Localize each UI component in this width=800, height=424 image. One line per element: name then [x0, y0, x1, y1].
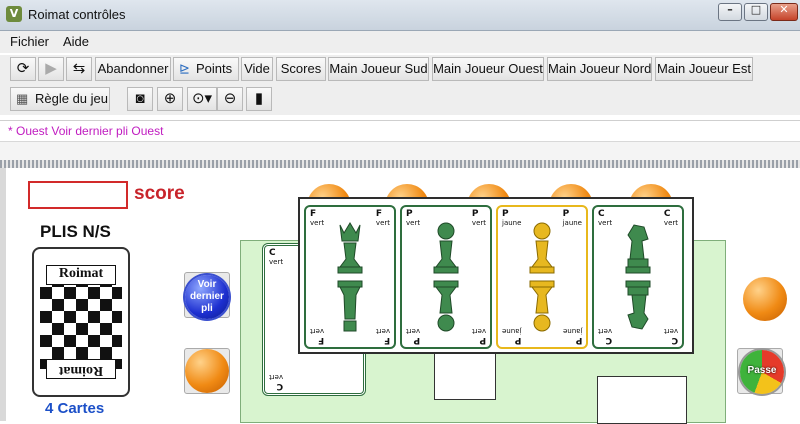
checker-pattern [40, 275, 122, 369]
card-corner: Fvert [310, 327, 325, 345]
regle-du-jeu-label: Règle du jeu [35, 91, 108, 106]
splitter-handle[interactable] [0, 160, 800, 168]
pawn-icon [529, 280, 555, 332]
main-joueur-nord-button[interactable]: Main Joueur Nord [547, 57, 652, 81]
under-card-corner-bottom: Cvert [269, 373, 284, 391]
status-message: * Ouest Voir dernier pli Ouest [8, 124, 164, 138]
score-label: score [134, 183, 185, 204]
tree-icon: ⊵ [179, 61, 190, 76]
card-view-icon[interactable]: ▮ [246, 87, 272, 111]
cards-count: 4 Cartes [45, 400, 105, 417]
close-button[interactable]: ✕ [770, 3, 798, 21]
passe-label: Passe [747, 365, 777, 376]
board-slot-center [434, 348, 496, 400]
card-corner: Pjaune [562, 327, 582, 345]
card-corner: Cvert [663, 327, 678, 345]
card-corner: Fvert [310, 209, 325, 227]
refresh-icon[interactable]: ⟳ [10, 57, 36, 81]
title-bar: V Roimat contrôles – □ ✕ [0, 0, 800, 31]
east-play-button[interactable] [743, 277, 787, 321]
info-strip [0, 141, 800, 161]
menu-bar: Fichier Aide [0, 31, 800, 53]
card-corner: Pvert [406, 327, 421, 345]
minimize-button[interactable]: – [718, 3, 742, 21]
knight-icon [625, 280, 651, 330]
card-corner: Pvert [406, 209, 421, 227]
menu-fichier[interactable]: Fichier [10, 34, 49, 49]
secondary-toolbar: ▦ Règle du jeu ◙ ⊕ ⊙▾ ⊖ ▮ [0, 85, 800, 115]
card-corner: Pvert [471, 209, 486, 227]
card-corner: Pjaune [502, 327, 522, 345]
west-play-button[interactable] [185, 349, 229, 393]
zoom-in-icon[interactable]: ⊕ [157, 87, 183, 111]
card-corner: Pvert [471, 327, 486, 345]
score-box [28, 181, 128, 209]
main-joueur-sud-button[interactable]: Main Joueur Sud [328, 57, 429, 81]
voir-dernier-pli-button[interactable]: Voir dernier pli [185, 275, 229, 319]
maximize-button[interactable]: □ [744, 3, 768, 21]
main-joueur-ouest-button[interactable]: Main Joueur Ouest [432, 57, 544, 81]
camera-icon[interactable]: ◙ [127, 87, 153, 111]
card-corner: Cvert [663, 209, 678, 227]
card-corner: Fvert [375, 327, 390, 345]
plis-deck[interactable]: Roimat Roimat [32, 247, 130, 397]
close-icon: ✕ [779, 3, 789, 16]
queen-icon [337, 222, 363, 274]
swap-arrows-icon[interactable]: ⇆ [66, 57, 92, 81]
abandonner-button[interactable]: Abandonner [95, 57, 171, 81]
trick-card[interactable]: Pjaune Pjaune Pjaune Pjaune [496, 205, 588, 349]
zoom-dropdown-icon[interactable]: ⊙▾ [187, 87, 217, 111]
maximize-icon: □ [750, 3, 762, 16]
under-card-corner: Cvert [269, 248, 284, 266]
card-corner: Fvert [375, 209, 390, 227]
pawn-icon [433, 280, 459, 332]
trick-card[interactable]: Fvert Fvert Fvert Fvert [304, 205, 396, 349]
card-corner: Cvert [598, 327, 613, 345]
queen-icon [337, 280, 363, 332]
window-title: Roimat contrôles [28, 7, 126, 22]
menu-aide[interactable]: Aide [63, 34, 89, 49]
minimize-icon: – [727, 3, 733, 16]
main-joueur-est-button[interactable]: Main Joueur Est [655, 57, 753, 81]
card-corner: Cvert [598, 209, 613, 227]
scores-button[interactable]: Scores [276, 57, 326, 81]
voir-dernier-pli-label: Voir dernier pli [190, 279, 224, 314]
card-corner: Pjaune [562, 209, 582, 227]
passe-button[interactable]: Passe [740, 350, 784, 394]
main-toolbar: ⟳ ▶ ⇆ Abandonner ⊵ Points Vide Scores Ma… [0, 55, 800, 85]
plis-label: PLIS N/S [40, 222, 111, 241]
pawn-icon [433, 222, 459, 274]
vide-button[interactable]: Vide [241, 57, 273, 81]
table-icon: ▦ [16, 91, 29, 106]
pawn-icon [529, 222, 555, 274]
board-slot-right [597, 376, 687, 424]
trick-card[interactable]: Cvert Cvert Cvert Cvert [592, 205, 684, 349]
card-corner: Pjaune [502, 209, 522, 227]
roimat-app-icon: V [6, 6, 22, 22]
message-line: * Ouest Voir dernier pli Ouest [0, 120, 800, 141]
regle-du-jeu-button[interactable]: ▦ Règle du jeu [10, 87, 110, 111]
last-trick-panel: Fvert Fvert Fvert Fvert Pvert Pvert Pver… [298, 197, 694, 354]
trick-card[interactable]: Pvert Pvert Pvert Pvert [400, 205, 492, 349]
play-icon[interactable]: ▶ [38, 57, 64, 81]
points-label: Points [196, 61, 233, 76]
zoom-out-icon[interactable]: ⊖ [217, 87, 243, 111]
deck-logo-inverted: Roimat [46, 359, 116, 379]
points-button[interactable]: ⊵ Points [173, 57, 239, 81]
knight-icon [625, 224, 651, 274]
deck-logo: Roimat [46, 265, 116, 285]
